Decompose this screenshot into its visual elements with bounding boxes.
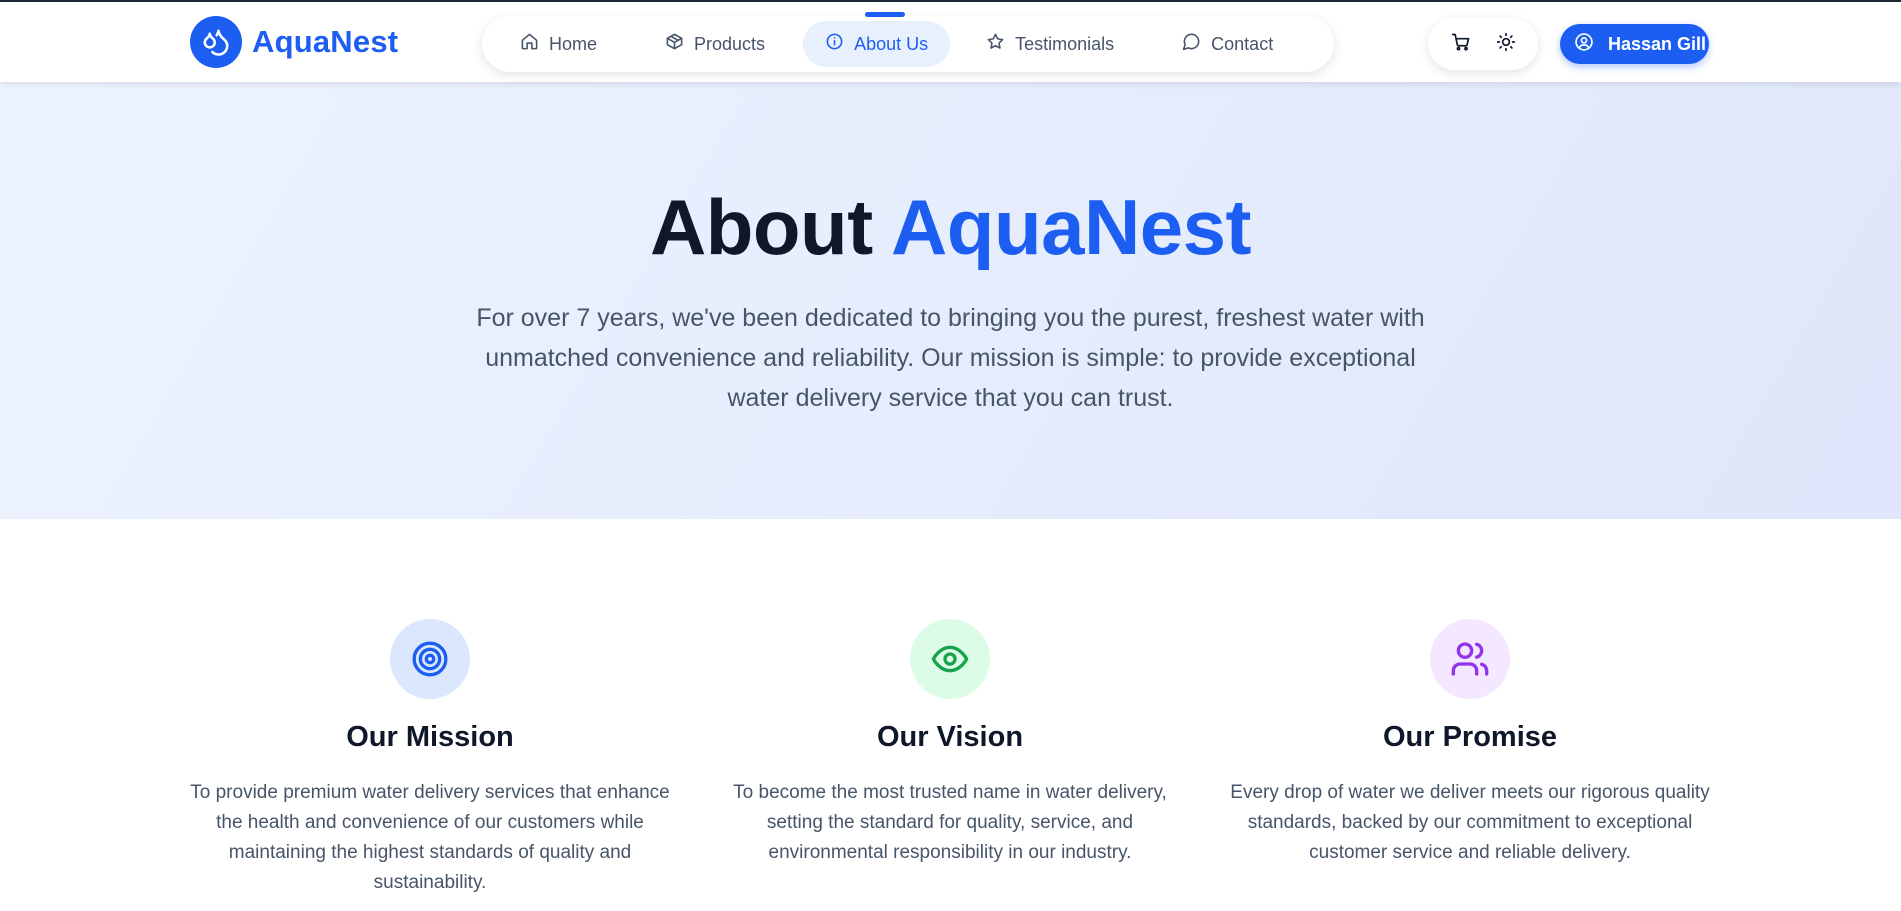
nav-item-home[interactable]: Home	[498, 21, 619, 67]
brand[interactable]: AquaNest	[190, 16, 398, 68]
card-text: Every drop of water we deliver meets our…	[1230, 782, 1710, 863]
navbar: AquaNest Home Products About Us Testimon…	[0, 2, 1901, 82]
nav-item-label: About Us	[854, 33, 929, 54]
card-title: Our Mission	[346, 721, 514, 753]
user-name: Hassan Gill	[1608, 33, 1707, 54]
water-drops-icon	[190, 16, 242, 68]
nav-item-label: Products	[694, 33, 766, 54]
cart-button[interactable]	[1441, 24, 1481, 64]
values-section: Our Mission To provide premium water del…	[0, 519, 1901, 911]
nav-item-label: Testimonials	[1015, 33, 1115, 54]
main-navigation: Home Products About Us Testimonials Cont…	[482, 12, 1334, 72]
card-title: Our Vision	[876, 721, 1024, 753]
sun-icon	[1496, 32, 1516, 57]
hero-description: For over 7 years, we've been dedicated t…	[476, 304, 1425, 412]
utility-buttons	[1428, 18, 1538, 70]
value-card-vision: Our Vision To become the most trusted na…	[700, 619, 1200, 868]
nav-item-label: Home	[549, 33, 598, 54]
user-account-button[interactable]: Hassan Gill	[1560, 24, 1709, 64]
theme-toggle-button[interactable]	[1486, 24, 1526, 64]
about-hero: About AquaNest For over 7 years, we've b…	[0, 82, 1901, 519]
info-icon	[825, 32, 844, 56]
page-title: About AquaNest	[0, 182, 1901, 273]
value-card-mission: Our Mission To provide premium water del…	[180, 619, 680, 898]
value-card-promise: Our Promise Every drop of water we deliv…	[1220, 619, 1720, 868]
nav-item-about-us[interactable]: About Us	[803, 12, 951, 67]
target-icon	[390, 619, 470, 699]
card-title: Our Promise	[1382, 721, 1558, 753]
user-circle-icon	[1574, 32, 1594, 57]
home-icon	[520, 32, 539, 56]
star-icon	[986, 32, 1005, 56]
title-accent: AquaNest	[890, 183, 1252, 271]
package-icon	[665, 32, 684, 56]
title-prefix: About	[649, 183, 873, 271]
chat-bubble-icon	[1182, 32, 1201, 56]
card-text: To provide premium water delivery servic…	[190, 782, 670, 893]
users-icon	[1430, 619, 1510, 699]
nav-item-contact[interactable]: Contact	[1160, 21, 1295, 67]
card-text: To become the most trusted name in water…	[733, 782, 1167, 863]
nav-item-testimonials[interactable]: Testimonials	[964, 21, 1136, 67]
eye-icon	[910, 619, 990, 699]
nav-item-products[interactable]: Products	[643, 21, 787, 67]
cart-icon	[1451, 32, 1471, 57]
nav-item-label: Contact	[1211, 33, 1274, 54]
brand-name: AquaNest	[252, 24, 399, 59]
